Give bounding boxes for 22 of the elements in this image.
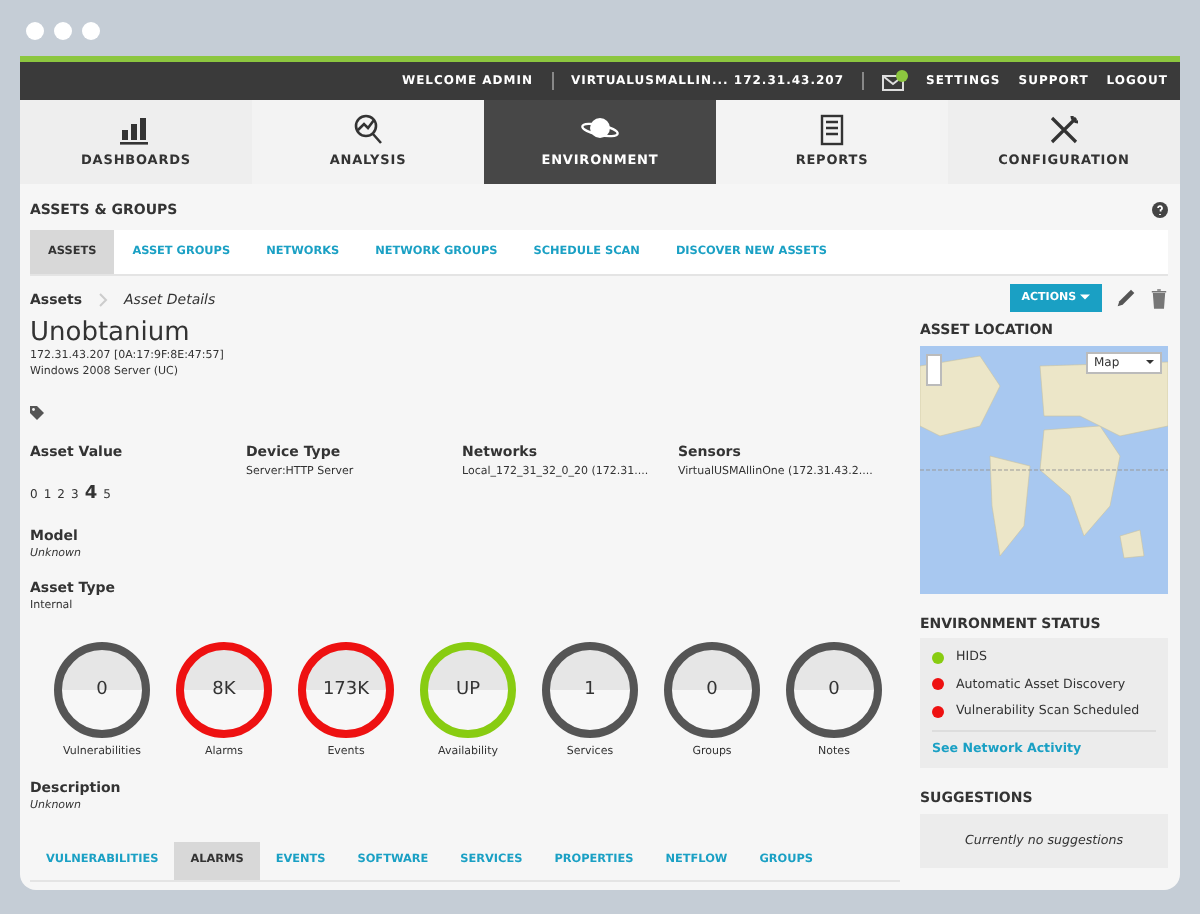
stat-ring[interactable]: 0 bbox=[786, 642, 882, 739]
tag-icon[interactable] bbox=[30, 406, 44, 421]
divider bbox=[551, 72, 554, 90]
stat-ring[interactable]: UP bbox=[420, 642, 516, 739]
pencil-icon[interactable] bbox=[1116, 288, 1136, 309]
window-dot bbox=[26, 22, 44, 40]
value-option[interactable]: 4 bbox=[84, 483, 98, 504]
mail-icon[interactable] bbox=[882, 70, 908, 92]
stat-ring[interactable]: 173K bbox=[298, 642, 394, 739]
asset-name: Unobtanium bbox=[30, 319, 192, 348]
divider bbox=[862, 72, 864, 90]
caret-icon bbox=[1080, 294, 1090, 301]
caret-icon bbox=[1146, 360, 1154, 365]
stat-ring[interactable]: 0 bbox=[664, 642, 760, 739]
stat-ring[interactable]: 8K bbox=[176, 642, 272, 739]
trash-icon[interactable] bbox=[1150, 287, 1168, 310]
window-dot bbox=[54, 22, 72, 40]
window-dot bbox=[82, 22, 100, 40]
help-icon[interactable] bbox=[1152, 202, 1168, 219]
stat-ring[interactable]: 0 bbox=[54, 642, 150, 739]
stat-ring[interactable]: 1 bbox=[542, 642, 638, 739]
chevron-icon bbox=[98, 292, 109, 309]
